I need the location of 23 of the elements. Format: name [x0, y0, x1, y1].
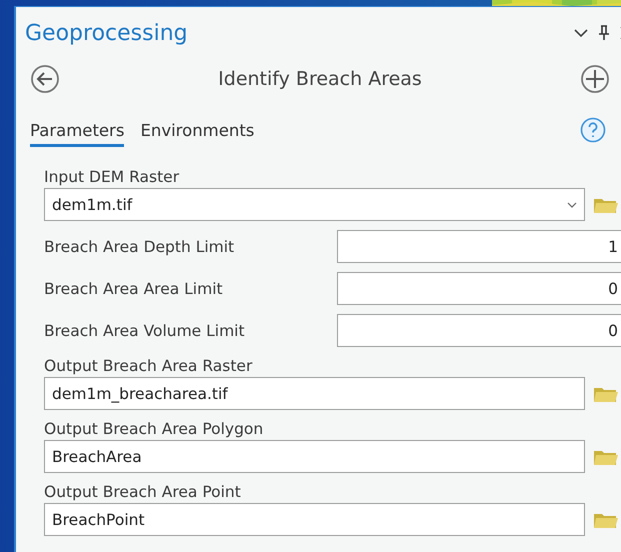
parameter-label: Breach Area Area Limit: [44, 280, 224, 298]
parameter-label: Output Breach Area Point: [44, 482, 242, 502]
parameter-label: Input DEM Raster: [44, 167, 180, 187]
input-field[interactable]: BreachArea: [44, 440, 585, 473]
parameter-label: Output Breach Area Raster: [44, 356, 254, 376]
add-icon[interactable]: [580, 64, 610, 94]
input-field[interactable]: BreachPoint: [44, 503, 585, 536]
parameter-label: Breach Area Depth Limit: [44, 238, 236, 256]
input-field[interactable]: dem1m_breacharea.tif: [44, 377, 585, 410]
pane-title: Geoprocessing: [25, 20, 189, 46]
dropdown-field[interactable]: dem1m.tif: [44, 188, 585, 221]
tab[interactable]: Parameters: [30, 121, 124, 147]
help-icon[interactable]: [580, 117, 606, 143]
number-field[interactable]: 0: [337, 272, 621, 305]
chevron-down-icon[interactable]: [574, 28, 588, 38]
parameter-label: Output Breach Area Polygon: [44, 419, 264, 439]
tool-title: Identify Breach Areas: [217, 68, 423, 90]
chevron-down-icon: [567, 202, 577, 208]
tab[interactable]: Environments: [140, 121, 254, 147]
number-field[interactable]: 1: [337, 230, 621, 263]
pin-icon[interactable]: [598, 25, 610, 41]
number-field[interactable]: 0: [337, 314, 621, 347]
parameter-label: Breach Area Volume Limit: [44, 322, 246, 340]
